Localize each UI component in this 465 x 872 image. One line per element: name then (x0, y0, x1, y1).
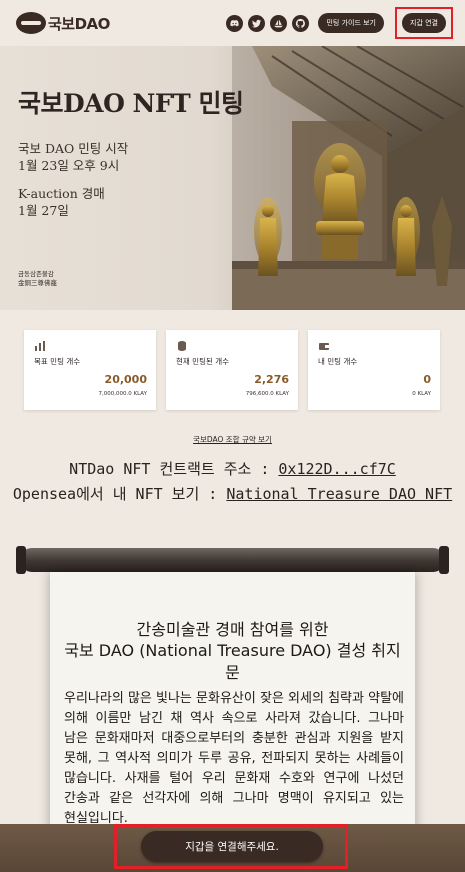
gilt-bronze-shrine-image (232, 46, 465, 310)
logo-mark-icon (16, 12, 46, 34)
github-icon[interactable] (292, 14, 310, 32)
header-actions: 민팅 가이드 보기 지갑 연결 (226, 7, 453, 39)
stat-label: 목표 민팅 개수 (34, 357, 81, 366)
stat-card-current: 현재 민팅된 개수 2,276 796,600.0 KLAY (166, 330, 298, 410)
stat-value: 20,000 (104, 373, 147, 386)
stat-value: 2,276 (254, 373, 289, 386)
auction-date: 1월 27일 (18, 203, 69, 218)
hero-banner: 국보DAO NFT 민팅 국보 DAO 민팅 시작 1월 23일 오후 9시 K… (0, 46, 465, 310)
opensea-line: Opensea에서 내 NFT 보기 : National Treasure D… (0, 485, 465, 504)
minting-guide-button[interactable]: 민팅 가이드 보기 (318, 13, 384, 33)
coins-icon (178, 341, 186, 351)
stat-label: 현재 민팅된 개수 (176, 357, 230, 366)
stat-value: 0 (423, 373, 431, 386)
manifesto-title: 간송미술관 경매 참여를 위한 (136, 620, 329, 639)
contract-address-line: NTDao NFT 컨트랙트 주소 : 0x122D...cf7C (0, 460, 465, 479)
chart-icon (35, 341, 45, 351)
discord-icon[interactable] (226, 14, 244, 32)
wallet-icon (319, 343, 329, 350)
top-header: 국보DAO 민팅 가이드 보기 지갑 연결 (0, 0, 465, 46)
scroll-rod-cap-right (439, 546, 449, 574)
stat-klay: 796,600.0 KLAY (245, 391, 289, 397)
contract-label: NTDao NFT 컨트랙트 주소 : (69, 460, 279, 478)
manifesto-body: 우리나라의 많은 빛나는 문화유산이 잦은 외세의 침략과 약탈에 의해 이름만… (64, 691, 404, 826)
dao-rules-link[interactable]: 국보DAO 조합 규약 보기 (0, 434, 465, 445)
minting-stats: 목표 민팅 개수 20,000 7,000,000.0 KLAY 현재 민팅된 … (0, 330, 465, 410)
manifesto-subtitle: 국보 DAO (National Treasure DAO) 결성 취지문 (64, 641, 401, 682)
opensea-label: Opensea에서 내 NFT 보기 : (12, 485, 227, 503)
stat-klay: 7,000,000.0 KLAY (98, 391, 147, 397)
opensea-link[interactable]: National Treasure DAO NFT (226, 485, 452, 503)
stat-card-target: 목표 민팅 개수 20,000 7,000,000.0 KLAY (24, 330, 156, 410)
logo[interactable]: 국보DAO (16, 12, 110, 34)
stat-card-mine: 내 민팅 개수 0 0 KLAY (308, 330, 440, 410)
connect-wallet-button[interactable]: 지갑 연결 (402, 13, 446, 33)
artifact-caption-hanja: 金銅三尊佛龕 (18, 279, 57, 287)
connect-wallet-highlight: 지갑 연결 (395, 7, 453, 39)
contract-address-link[interactable]: 0x122D...cf7C (278, 460, 395, 478)
logo-text: 국보DAO (48, 14, 110, 33)
stat-klay: 0 KLAY (412, 391, 431, 397)
mint-start-date: 1월 23일 오후 9시 (18, 158, 120, 173)
twitter-icon[interactable] (248, 14, 266, 32)
scroll-rod (20, 548, 445, 572)
opensea-icon[interactable] (270, 14, 288, 32)
connect-wallet-cta-button[interactable]: 지갑을 연결해주세요. (141, 831, 323, 862)
hero-title: 국보DAO NFT 민팅 (18, 89, 244, 118)
stat-label: 내 민팅 개수 (318, 357, 358, 366)
scroll-rod-cap-left (16, 546, 26, 574)
